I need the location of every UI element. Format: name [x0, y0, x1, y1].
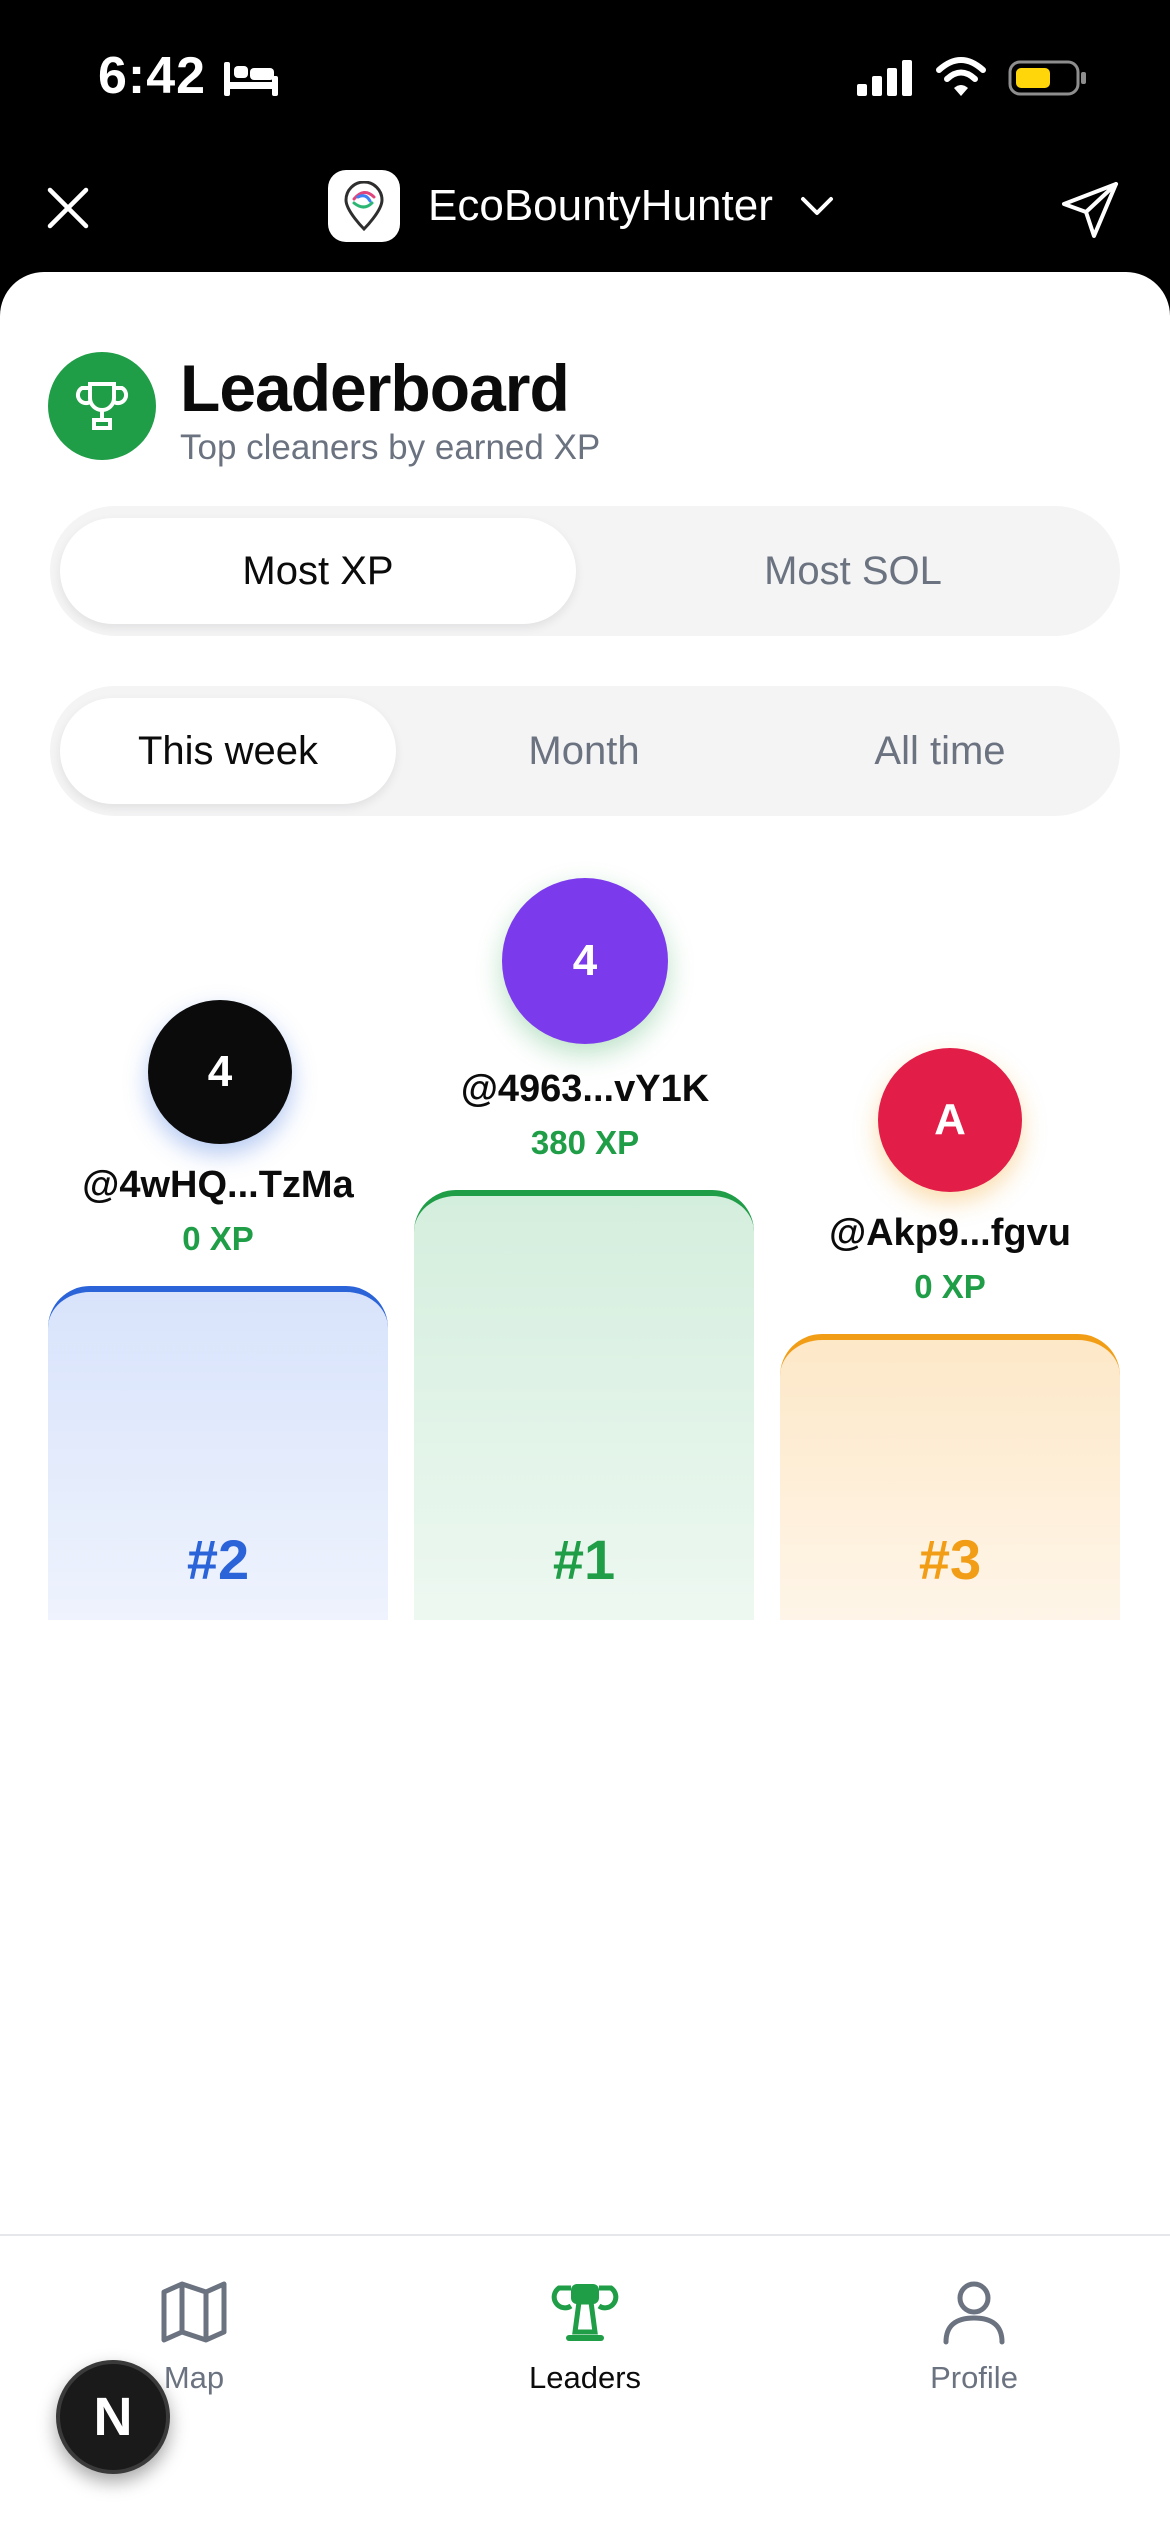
status-time: 6:42 [98, 47, 207, 105]
tab-this-week[interactable]: This week [60, 698, 396, 804]
tab-most-sol[interactable]: Most SOL [596, 518, 1110, 624]
tab-month[interactable]: Month [416, 698, 752, 804]
app-header: EcoBountyHunter [0, 150, 1170, 270]
nav-profile-label: Profile [930, 2360, 1018, 2395]
xp-third: 0 XP [914, 1268, 986, 1305]
xp-second: 0 XP [182, 1220, 254, 1257]
app-logo [328, 170, 400, 242]
username-second[interactable]: @4wHQ...TzMa [38, 1164, 398, 1207]
location-pin-logo-icon [344, 181, 384, 231]
rank-second: #2 [186, 1528, 250, 1591]
period-segmented-control: This week Month All time [50, 686, 1120, 816]
battery-icon [1008, 60, 1086, 96]
page-subtitle: Top cleaners by earned XP [180, 428, 601, 467]
nav-profile[interactable]: Profile [824, 2276, 1124, 2396]
map-icon [161, 2281, 227, 2343]
tab-most-xp[interactable]: Most XP [60, 518, 576, 624]
sleep-focus-icon [224, 62, 278, 96]
nav-leaders[interactable]: Leaders [435, 2276, 735, 2396]
user-icon [943, 2281, 1005, 2345]
nav-leaders-label: Leaders [528, 2360, 642, 2395]
app-switcher[interactable]: EcoBountyHunter [328, 170, 837, 242]
leaderboard-sheet: Leaderboard Top cleaners by earned XP Mo… [0, 272, 1170, 2532]
wifi-icon [936, 57, 986, 96]
close-icon [47, 187, 89, 229]
rank-first: #1 [552, 1528, 616, 1591]
bottom-navigation: Map Leaders Profile [0, 2234, 1170, 2534]
tab-all-time[interactable]: All time [772, 698, 1108, 804]
page-title: Leaderboard [180, 351, 570, 425]
username-third[interactable]: @Akp9...fgvu [770, 1212, 1130, 1255]
nextjs-dev-badge[interactable]: N [56, 2360, 170, 2474]
podium-bar-third: #3 [780, 1334, 1120, 1620]
leaderboard-badge [48, 352, 156, 460]
username-first[interactable]: @4963...vY1K [405, 1068, 765, 1111]
avatar-second[interactable]: 4 [148, 1000, 292, 1144]
app-name: EcoBountyHunter [428, 181, 773, 230]
chevron-down-icon [800, 197, 833, 215]
podium-bar-second: #2 [48, 1286, 388, 1620]
trophy-icon [551, 2284, 619, 2341]
avatar-third[interactable]: A [878, 1048, 1022, 1192]
trophy-icon [75, 382, 129, 430]
avatar-first[interactable]: 4 [502, 878, 668, 1044]
metric-segmented-control: Most XP Most SOL [50, 506, 1120, 636]
podium-bar-first: #1 [414, 1190, 754, 1620]
share-send-icon[interactable] [1058, 178, 1122, 242]
cellular-signal-icon [857, 60, 912, 96]
xp-first: 380 XP [530, 1124, 640, 1161]
rank-third: #3 [918, 1528, 982, 1591]
status-bar: 6:42 [0, 0, 1170, 150]
close-button[interactable] [40, 180, 96, 236]
